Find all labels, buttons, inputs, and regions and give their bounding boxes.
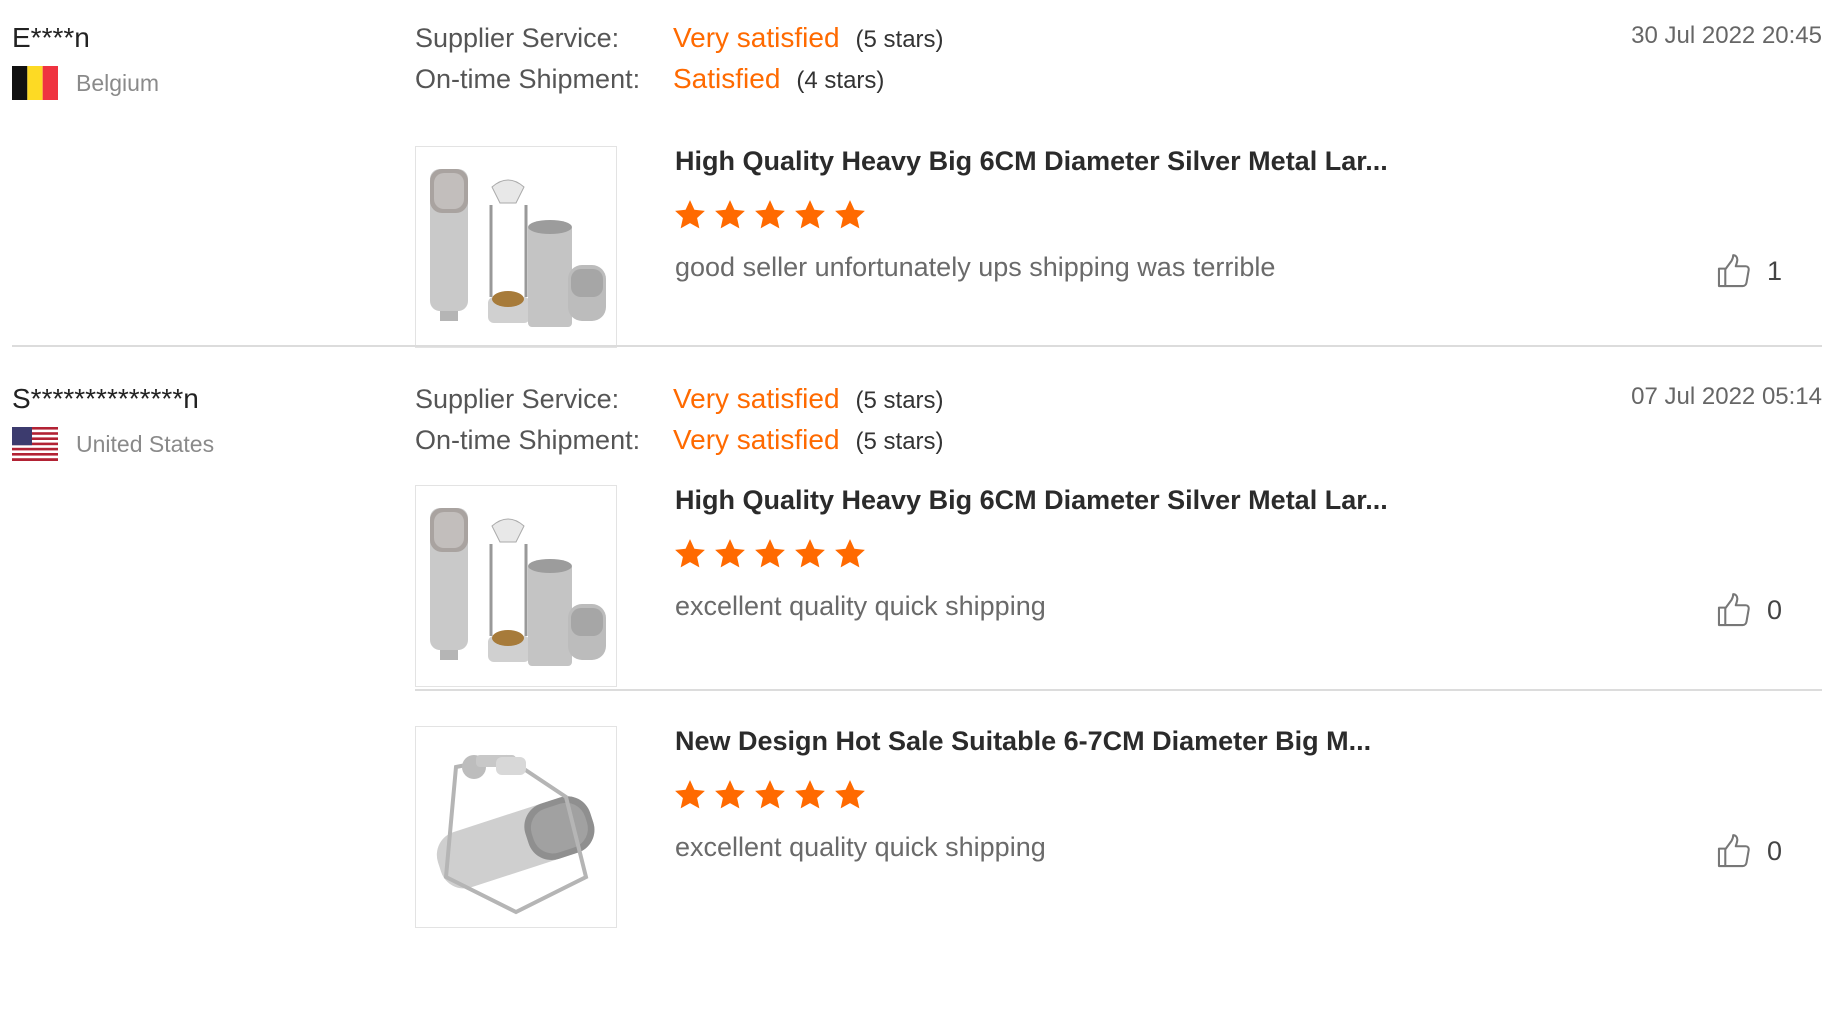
star-icon [833, 537, 867, 571]
star-icon [833, 198, 867, 232]
buyer-name: S**************n [12, 383, 199, 414]
star-icon [713, 778, 747, 812]
buyer-name: E****n [12, 22, 90, 53]
shipment-rating: On-time Shipment: Satisfied (4 stars) [415, 63, 884, 95]
product-rating-stars [673, 198, 867, 232]
review-comment: good seller unfortunately ups shipping w… [675, 252, 1276, 282]
product-rating-stars [673, 778, 867, 812]
product-thumbnail[interactable] [415, 485, 617, 687]
buyer-country: Belgium [12, 66, 159, 100]
star-icon [673, 198, 707, 232]
star-icon [673, 537, 707, 571]
shipment-label: On-time Shipment: [415, 425, 641, 455]
star-icon [793, 778, 827, 812]
star-icon [713, 198, 747, 232]
shipment-stars: (5 stars) [855, 428, 944, 455]
like-count: 1 [1766, 255, 1782, 286]
country-name: United States [76, 430, 215, 457]
star-icon [793, 537, 827, 571]
star-icon [753, 198, 787, 232]
supplier-service-value: Very satisfied [673, 383, 840, 414]
star-icon [713, 537, 747, 571]
supplier-service-stars: (5 stars) [855, 387, 944, 414]
supplier-service-value: Very satisfied [673, 22, 840, 53]
microphone-image [416, 727, 616, 927]
star-icon [793, 198, 827, 232]
star-icon [753, 537, 787, 571]
thumbs-up-icon [1715, 832, 1753, 870]
shipment-value: Very satisfied [673, 424, 840, 455]
review-comment: excellent quality quick shipping [675, 591, 1046, 621]
product-title-link[interactable]: New Design Hot Sale Suitable 6-7CM Diame… [675, 726, 1371, 757]
star-icon [833, 778, 867, 812]
product-rating-stars [673, 537, 867, 571]
thumbs-up-icon [1715, 591, 1753, 629]
shipment-label: On-time Shipment: [415, 64, 641, 94]
star-icon [753, 778, 787, 812]
supplier-service-rating: Supplier Service: Very satisfied (5 star… [415, 383, 944, 415]
review-divider [12, 345, 1822, 347]
reviewed-product: High Quality Heavy Big 6CM Diameter Silv… [415, 146, 1822, 351]
supplier-service-label: Supplier Service: [415, 23, 620, 53]
belgium-flag-icon [12, 66, 58, 100]
review-date: 07 Jul 2022 05:14 [1631, 383, 1822, 410]
product-title-link[interactable]: High Quality Heavy Big 6CM Diameter Silv… [675, 146, 1388, 177]
shipment-value: Satisfied [673, 63, 781, 94]
microphone-kit-image [416, 147, 616, 347]
shipment-stars: (4 stars) [796, 67, 885, 94]
like-button[interactable]: 1 [1715, 252, 1782, 290]
review-comment: excellent quality quick shipping [675, 832, 1046, 862]
reviewed-product: High Quality Heavy Big 6CM Diameter Silv… [415, 485, 1822, 690]
review-date: 30 Jul 2022 20:45 [1631, 22, 1822, 49]
like-button[interactable]: 0 [1715, 591, 1782, 629]
shipment-rating: On-time Shipment: Very satisfied (5 star… [415, 424, 944, 456]
buyer-country: United States [12, 427, 214, 461]
supplier-service-rating: Supplier Service: Very satisfied (5 star… [415, 22, 944, 54]
like-button[interactable]: 0 [1715, 832, 1782, 870]
reviewed-product: New Design Hot Sale Suitable 6-7CM Diame… [415, 726, 1822, 931]
review-card: S**************n United States Supplier … [12, 383, 1822, 1023]
review-card: E****n Belgium Supplier Service: Very sa… [12, 22, 1822, 348]
star-icon [673, 778, 707, 812]
product-divider [415, 689, 1822, 691]
supplier-service-label: Supplier Service: [415, 384, 620, 414]
thumbs-up-icon [1715, 252, 1753, 290]
product-thumbnail[interactable] [415, 726, 617, 928]
like-count: 0 [1766, 594, 1782, 625]
product-title-link[interactable]: High Quality Heavy Big 6CM Diameter Silv… [675, 485, 1388, 516]
supplier-service-stars: (5 stars) [855, 26, 944, 53]
product-thumbnail[interactable] [415, 146, 617, 348]
like-count: 0 [1766, 835, 1782, 866]
microphone-kit-image [416, 486, 616, 686]
country-name: Belgium [76, 69, 160, 96]
united-states-flag-icon [12, 427, 58, 461]
